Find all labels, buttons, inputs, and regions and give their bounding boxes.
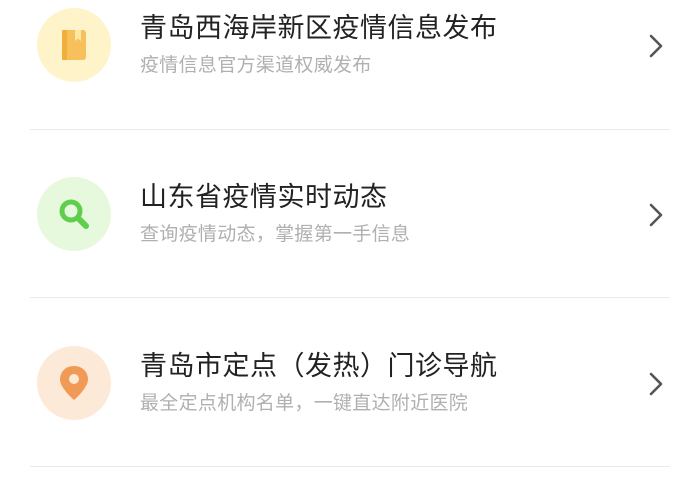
chevron-right-icon[interactable] [646,370,666,398]
item-title: 山东省疫情实时动态 [140,182,388,213]
list-item-west-coast-info[interactable]: 青岛西海岸新区疫情信息发布 疫情信息官方渠道权威发布 [0,0,700,104]
divider [30,297,670,298]
item-subtitle: 查询疫情动态，掌握第一手信息 [140,223,411,245]
item-subtitle: 疫情信息官方渠道权威发布 [140,54,372,76]
divider [30,466,670,467]
search-icon [37,177,111,251]
book-icon [37,8,111,82]
list-item-fever-clinic-nav[interactable]: 青岛市定点（发热）门诊导航 最全定点机构名单，一键直达附近医院 [0,322,700,442]
chevron-right-icon[interactable] [646,32,666,60]
list-item-shandong-dynamics[interactable]: 山东省疫情实时动态 查询疫情动态，掌握第一手信息 [0,153,700,273]
service-list: 青岛西海岸新区疫情信息发布 疫情信息官方渠道权威发布 山东省疫情实时动态 查询疫… [0,0,700,500]
item-title: 青岛西海岸新区疫情信息发布 [140,13,498,44]
item-title: 青岛市定点（发热）门诊导航 [140,351,498,382]
chevron-right-icon[interactable] [646,201,666,229]
item-subtitle: 最全定点机构名单，一键直达附近医院 [140,392,469,414]
divider [30,129,670,130]
location-pin-icon [37,346,111,420]
